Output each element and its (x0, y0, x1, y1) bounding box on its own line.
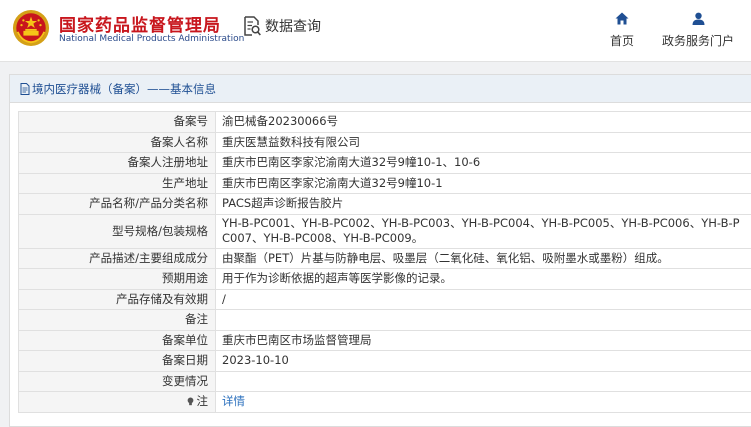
note-value-cell: 详情 (215, 391, 751, 413)
table-row: 备注 (18, 309, 751, 331)
field-label: 备案人注册地址 (18, 152, 216, 174)
user-icon (692, 12, 704, 25)
field-value: / (215, 288, 751, 310)
lightbulb-icon (187, 397, 193, 406)
field-value: 重庆市巴南区李家沱渝南大道32号9幢10-1 (215, 172, 751, 194)
table-row: 备案单位 重庆市巴南区市场监督管理局 (18, 329, 751, 351)
nav-home[interactable]: 首页 (608, 12, 636, 49)
field-label: 备案人名称 (18, 131, 216, 153)
table-row-note: 注 详情 (18, 391, 751, 413)
field-label: 产品描述/主要组成成分 (18, 247, 216, 269)
field-label: 变更情况 (18, 370, 216, 392)
field-label: 预期用途 (18, 268, 216, 290)
record-table: 备案号 渝巴械备20230066号 备案人名称 重庆医慧益数科技有限公司 备案人… (18, 111, 751, 413)
field-value: 由聚酯（PET）片基与防静电层、吸墨层（二氧化硅、氧化铝、吸附墨水或墨粉）组成。 (215, 247, 751, 269)
table-row: 备案日期 2023-10-10 (18, 350, 751, 372)
details-link[interactable]: 详情 (222, 394, 245, 408)
site-header: 国家药品监督管理局 National Medical Products Admi… (0, 0, 751, 62)
field-value (215, 370, 751, 392)
panel-title: 境内医疗器械（备案）——基本信息 (32, 81, 216, 96)
org-name-en: National Medical Products Administration (59, 34, 245, 44)
field-value (215, 309, 751, 331)
field-label: 型号规格/包装规格 (18, 213, 216, 249)
field-label: 备案日期 (18, 350, 216, 372)
table-row: 产品描述/主要组成成分 由聚酯（PET）片基与防静电层、吸墨层（二氧化硅、氧化铝… (18, 247, 751, 269)
document-icon (20, 82, 30, 95)
field-label: 产品名称/产品分类名称 (18, 193, 216, 215)
field-value: 重庆市巴南区市场监督管理局 (215, 329, 751, 351)
field-value: 重庆市巴南区李家沱渝南大道32号9幢10-1、10-6 (215, 152, 751, 174)
nav-home-label: 首页 (609, 34, 634, 48)
nav-gov-service-portal[interactable]: 政务服务门户 (656, 12, 740, 49)
field-label: 备案号 (18, 111, 216, 133)
record-detail-panel: 境内医疗器械（备案）——基本信息 备案号 渝巴械备20230066号 备案人名称… (9, 74, 751, 427)
home-icon (615, 12, 629, 25)
table-row: 备案人注册地址 重庆市巴南区李家沱渝南大道32号9幢10-1、10-6 (18, 152, 751, 174)
table-row: 型号规格/包装规格 YH-B-PC001、YH-B-PC002、YH-B-PC0… (18, 213, 751, 249)
table-row: 预期用途 用于作为诊断依据的超声等医学影像的记录。 (18, 268, 751, 290)
panel-header: 境内医疗器械（备案）——基本信息 (10, 75, 751, 103)
org-name-cn: 国家药品监督管理局 (59, 16, 221, 36)
field-label: 产品存储及有效期 (18, 288, 216, 310)
table-row: 产品存储及有效期 / (18, 288, 751, 310)
table-row: 变更情况 (18, 370, 751, 392)
table-row: 生产地址 重庆市巴南区李家沱渝南大道32号9幢10-1 (18, 172, 751, 194)
field-label: 备注 (18, 309, 216, 331)
national-emblem-icon (12, 9, 50, 47)
data-query-label: 数据查询 (265, 19, 321, 35)
field-value: 重庆医慧益数科技有限公司 (215, 131, 751, 153)
field-value: YH-B-PC001、YH-B-PC002、YH-B-PC003、YH-B-PC… (215, 213, 751, 249)
field-value: 用于作为诊断依据的超声等医学影像的记录。 (215, 268, 751, 290)
note-label-cell: 注 (18, 391, 216, 413)
document-search-icon (244, 16, 261, 36)
data-query-link[interactable]: 数据查询 (243, 16, 321, 36)
field-value: 2023-10-10 (215, 350, 751, 372)
field-label: 备案单位 (18, 329, 216, 351)
table-row: 备案号 渝巴械备20230066号 (18, 111, 751, 133)
nav-portal-label: 政务服务门户 (661, 34, 734, 48)
field-value: 渝巴械备20230066号 (215, 111, 751, 133)
table-row: 产品名称/产品分类名称 PACS超声诊断报告胶片 (18, 193, 751, 215)
field-value: PACS超声诊断报告胶片 (215, 193, 751, 215)
note-label: 注 (196, 394, 209, 409)
table-row: 备案人名称 重庆医慧益数科技有限公司 (18, 131, 751, 153)
field-label: 生产地址 (18, 172, 216, 194)
